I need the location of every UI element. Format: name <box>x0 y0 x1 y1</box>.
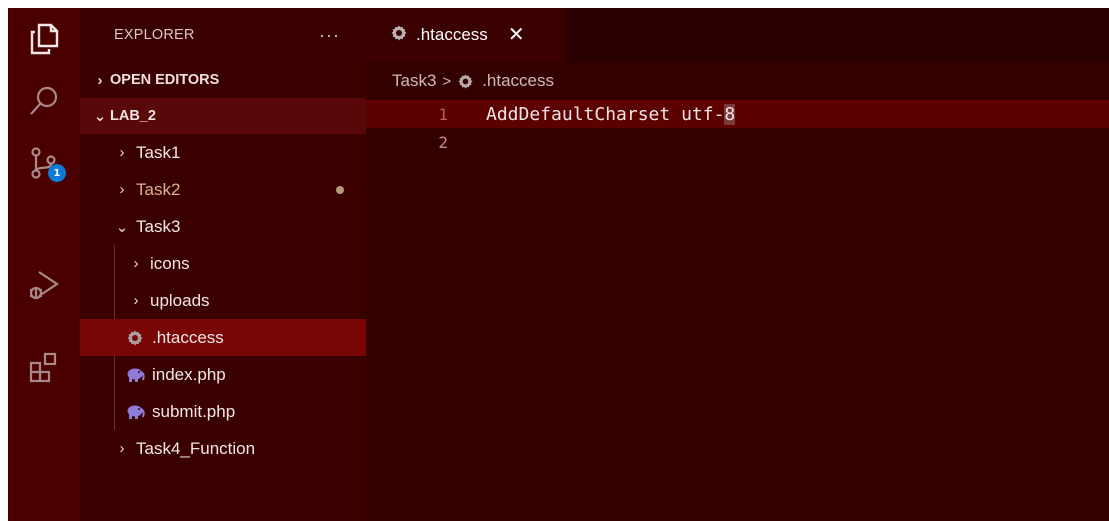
tree-item-label: uploads <box>150 290 210 310</box>
code-editor[interactable]: 1 AddDefaultCharset utf-8 2 <box>366 100 1109 156</box>
workspace-section[interactable]: ⌄ LAB_2 <box>80 98 366 134</box>
open-editors-label: OPEN EDITORS <box>110 72 220 88</box>
php-elephant-icon <box>126 365 152 385</box>
tree-item-task2[interactable]: › Task2 <box>80 171 366 208</box>
vscode-window: 1 EXPLORER ··· › OPEN EDITORS ⌄ LAB_2 › … <box>8 8 1109 521</box>
tree-item-task1[interactable]: › Task1 <box>80 134 366 171</box>
tree-item-icons[interactable]: › icons <box>80 245 366 282</box>
more-actions-button[interactable]: ··· <box>319 25 340 46</box>
breadcrumb-file[interactable]: .htaccess <box>482 71 554 91</box>
workspace-label: LAB_2 <box>110 108 156 124</box>
tab-bar: .htaccess ✕ <box>366 8 1109 62</box>
code-line[interactable]: 1 AddDefaultCharset utf-8 <box>366 100 1109 128</box>
chevron-right-icon: › <box>119 181 125 198</box>
cursor-char: 8 <box>724 103 736 125</box>
run-debug-button[interactable] <box>8 256 80 318</box>
tree-item-label: Task3 <box>136 216 181 236</box>
files-icon <box>27 22 61 61</box>
tree-item-htaccess[interactable]: .htaccess <box>80 319 366 356</box>
breadcrumb-separator: > <box>442 72 452 90</box>
editor-area: .htaccess ✕ Task3 > .htaccess 1 AddDefau… <box>366 8 1109 521</box>
explorer-button[interactable] <box>8 10 80 72</box>
extensions-icon <box>27 350 61 389</box>
search-button[interactable] <box>8 72 80 134</box>
open-editors-section[interactable]: › OPEN EDITORS <box>80 62 366 98</box>
code-line[interactable]: 2 <box>366 128 1109 156</box>
tree-item-index-php[interactable]: index.php <box>80 356 366 393</box>
tree-item-label: icons <box>150 253 190 273</box>
tree-item-task3[interactable]: ⌄ Task3 <box>80 208 366 245</box>
chevron-right-icon: › <box>133 255 139 272</box>
tree-item-task4-function[interactable]: › Task4_Function <box>80 430 366 467</box>
tree-item-submit-php[interactable]: submit.php <box>80 393 366 430</box>
breadcrumb-folder[interactable]: Task3 <box>392 71 436 91</box>
breadcrumb: Task3 > .htaccess <box>366 62 1109 100</box>
tree-item-label: submit.php <box>152 401 236 421</box>
tab-htaccess[interactable]: .htaccess ✕ <box>366 8 566 62</box>
tab-label: .htaccess <box>416 25 488 44</box>
tree-item-label: Task4_Function <box>136 438 256 458</box>
chevron-right-icon: › <box>119 144 125 161</box>
tree-item-label: index.php <box>152 364 226 384</box>
line-number: 1 <box>438 104 448 124</box>
gear-icon <box>390 24 408 47</box>
code-text-main: AddDefaultCharset utf- <box>486 103 725 125</box>
chevron-right-icon: › <box>97 71 103 89</box>
line-number: 2 <box>438 132 448 152</box>
gear-icon <box>126 328 152 348</box>
explorer-title: EXPLORER <box>114 27 195 43</box>
chevron-right-icon: › <box>119 440 125 457</box>
code-text: AddDefaultCharset utf-8 <box>486 103 736 125</box>
run-debug-icon <box>27 268 61 307</box>
explorer-sidebar: EXPLORER ··· › OPEN EDITORS ⌄ LAB_2 › Ta… <box>80 8 366 521</box>
source-control-button[interactable]: 1 <box>8 130 80 200</box>
extensions-button[interactable] <box>8 338 80 400</box>
modified-dot-icon <box>336 186 344 194</box>
php-elephant-icon <box>126 402 152 422</box>
chevron-down-icon: ⌄ <box>115 218 129 236</box>
tree-item-label: Task1 <box>136 142 181 162</box>
gear-icon <box>457 73 474 90</box>
tree-item-label: Task2 <box>136 179 181 199</box>
close-icon[interactable]: ✕ <box>508 25 525 45</box>
source-control-badge: 1 <box>48 164 66 182</box>
search-icon <box>27 84 61 123</box>
chevron-right-icon: › <box>133 292 139 309</box>
chevron-down-icon: ⌄ <box>93 108 107 125</box>
tree-item-label: .htaccess <box>152 327 224 347</box>
task3-children: › icons › uploads .htaccess index.php su… <box>80 245 366 430</box>
tree-item-uploads[interactable]: › uploads <box>80 282 366 319</box>
activity-bar: 1 <box>8 8 80 521</box>
explorer-header: EXPLORER ··· <box>80 8 366 62</box>
